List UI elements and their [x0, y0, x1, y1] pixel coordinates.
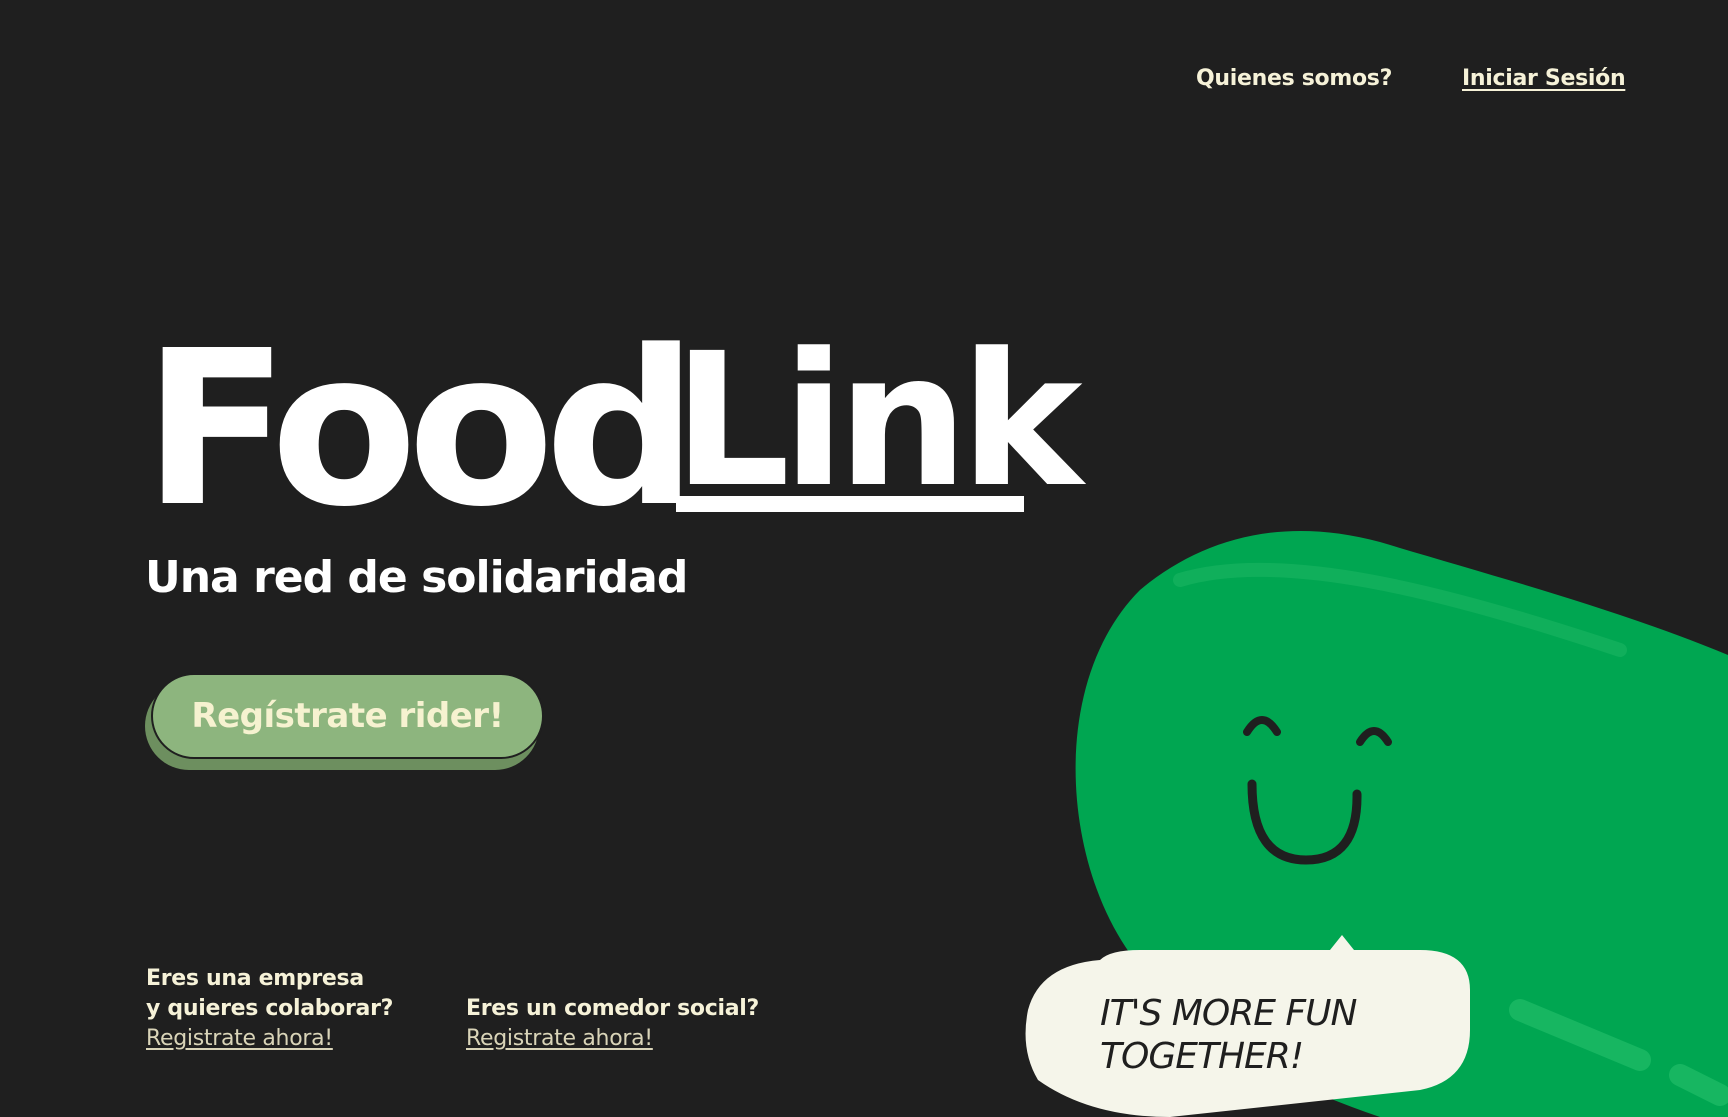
speech-text-line1: IT'S MORE FUN [1100, 993, 1356, 1034]
logo-word-food: Food [143, 305, 698, 554]
register-rider-button[interactable]: Regístrate rider! [151, 673, 544, 759]
company-question-line1: Eres una empresa [146, 966, 364, 991]
nav-login-link[interactable]: Iniciar Sesión [1462, 66, 1626, 91]
logo-word-link: Link [673, 314, 1083, 528]
logo-underline [676, 496, 1024, 512]
canteen-question: Eres un comedor social? [466, 996, 759, 1021]
company-register-link[interactable]: Registrate ahora! [146, 1024, 393, 1054]
landing-page: Quienes somos? Iniciar Sesión Food Link … [0, 0, 1728, 1117]
canteen-register-link[interactable]: Registrate ahora! [466, 1024, 759, 1054]
page-subtitle: Una red de solidaridad [145, 552, 688, 603]
canteen-info: Eres un comedor social? Registrate ahora… [466, 994, 759, 1054]
foodlink-logo: Food Link [143, 305, 1083, 554]
company-question-line2: y quieres colaborar? [146, 996, 394, 1021]
mascot-illustration: IT'S MORE FUN TOGETHER! [1025, 530, 1728, 1117]
nav-about-link[interactable]: Quienes somos? [1196, 66, 1392, 91]
speech-text-line2: TOGETHER! [1100, 1036, 1303, 1077]
company-info: Eres una empresa y quieres colaborar? Re… [146, 964, 393, 1054]
